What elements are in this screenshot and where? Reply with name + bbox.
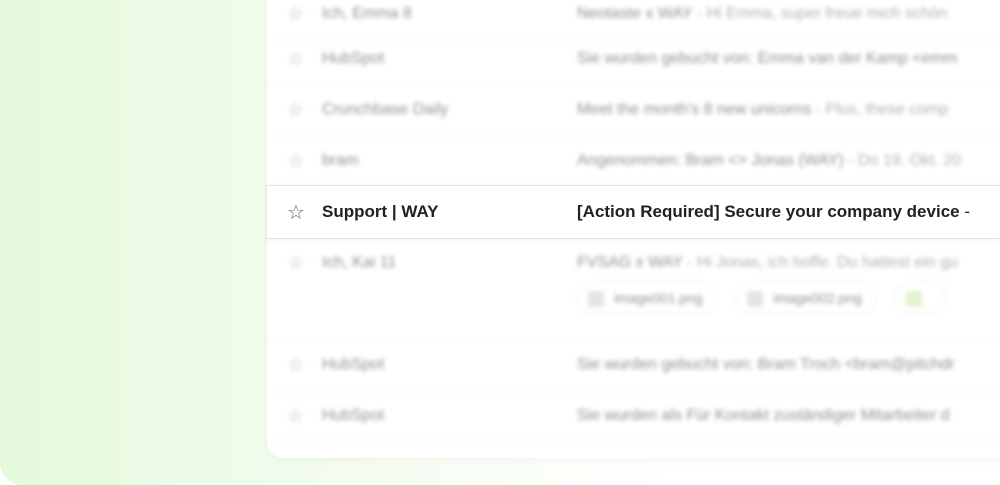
image-file-icon [906, 291, 923, 308]
email-subject: Neotaste x WAY - Hi Emma, super freue mi… [577, 4, 948, 22]
email-subject: FVSAG x WAY - Hi Jonas, ich hoffe. Du ha… [577, 254, 958, 271]
star-icon[interactable]: ☆ [287, 202, 305, 222]
highlighted-email-row[interactable]: ☆ Support | WAY [Action Required] Secure… [267, 185, 1000, 239]
star-icon[interactable]: ☆ [287, 49, 305, 68]
star-icon[interactable]: ☆ [287, 151, 305, 170]
attachment-chip[interactable]: image001.png [577, 282, 718, 314]
star-icon[interactable]: ☆ [287, 406, 305, 425]
email-sender: HubSpot [322, 49, 385, 67]
email-subject: Sie wurden als Für Kontakt zuständiger M… [577, 406, 950, 424]
email-snippet: - Hi Emma, super freue mich schön [692, 4, 948, 22]
attachment-chip[interactable]: image002.png [736, 282, 877, 314]
email-row[interactable]: ☆ Crunchbase Daily Meet the month's 8 ne… [267, 84, 1000, 136]
star-icon[interactable]: ☆ [287, 4, 305, 23]
star-icon[interactable]: ☆ [287, 355, 305, 374]
attachment-chip[interactable] [895, 282, 948, 314]
email-snippet: - Plus, these comp [811, 100, 949, 118]
star-icon[interactable]: ☆ [287, 254, 305, 273]
email-sender: bram [322, 151, 359, 169]
email-row[interactable]: ☆ HubSpot Sie wurden gebucht von: Bram T… [267, 339, 1000, 391]
image-file-icon [747, 291, 764, 308]
email-sender: Ich, Emma 8 [322, 4, 412, 22]
image-file-icon [588, 291, 604, 308]
email-row[interactable]: ☆ HubSpot Sie wurden als Für Kontakt zus… [267, 390, 1000, 442]
email-row[interactable]: ☆ bram Angenommen: Bram <> Jonas (WAY) -… [267, 135, 1000, 187]
email-sender: HubSpot [322, 406, 385, 424]
email-sender: Ich, Kai 11 [322, 254, 397, 271]
subject-separator: - [959, 202, 970, 221]
star-icon[interactable]: ☆ [287, 100, 305, 119]
email-subject: Angenommen: Bram <> Jonas (WAY) - Do 19.… [577, 151, 962, 169]
email-sender: HubSpot [322, 355, 385, 373]
email-subject: Sie wurden gebucht von: Bram Troch <bram… [577, 355, 955, 373]
email-snippet: - Hi Jonas, ich hoffe. Du hattest ein gu [682, 254, 958, 271]
email-subject: [Action Required] Secure your company de… [577, 202, 970, 221]
email-sender: Crunchbase Daily [322, 100, 449, 118]
attachment-chips: image001.png image002.png [577, 282, 961, 314]
email-sender: Support | WAY [322, 202, 439, 221]
email-subject: Sie wurden gebucht von: Emma van der Kam… [577, 49, 958, 67]
email-subject: Meet the month's 8 new unicorns - Plus, … [577, 100, 949, 118]
email-snippet: - Do 19. Okt. 20 [843, 151, 962, 169]
email-row[interactable]: ☆ HubSpot Sie wurden gebucht von: Emma v… [267, 33, 1000, 85]
